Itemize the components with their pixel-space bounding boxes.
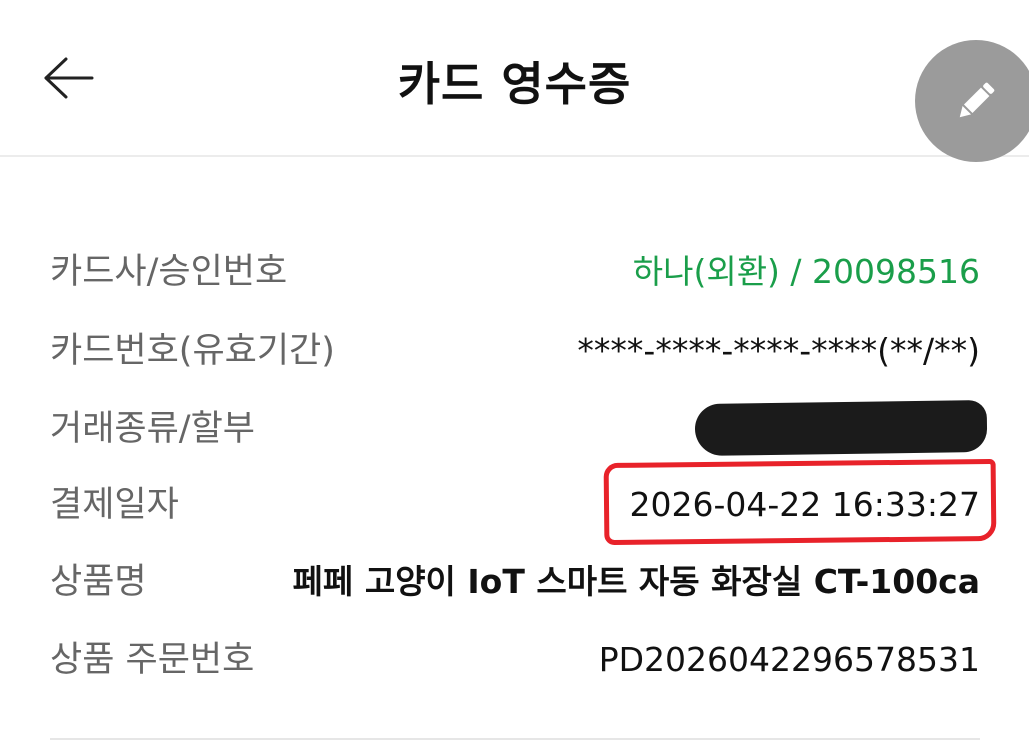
product-name-value: 페페 고양이 IoT 스마트 자동 화장실 CT-100ca (292, 562, 980, 601)
row-label: 카드번호(유효기간) (50, 331, 335, 371)
page-title: 카드 영수증 (397, 57, 632, 111)
card-approval-value: 하나(외환) / 20098516 (632, 252, 980, 291)
row-label: 상품명 (50, 562, 147, 602)
pencil-icon (959, 82, 995, 118)
app-header: 카드 영수증 (0, 0, 1029, 157)
redaction-mark (694, 399, 988, 457)
row-order-number: 상품 주문번호 PD2026042296578531 (50, 630, 980, 690)
row-card-number: 카드번호(유효기간) ****-****-****-****(**/**) (50, 321, 980, 381)
row-card-approval: 카드사/승인번호 하나(외환) / 20098516 (50, 242, 980, 302)
row-label: 거래종류/할부 (50, 409, 255, 449)
highlight-annotation (603, 458, 997, 546)
row-label: 카드사/승인번호 (50, 252, 288, 292)
order-number-value: PD2026042296578531 (598, 640, 980, 679)
card-number-value: ****-****-****-****(**/**) (577, 331, 980, 370)
row-label: 상품 주문번호 (50, 640, 255, 680)
edit-button[interactable] (915, 40, 1029, 162)
row-label: 결제일자 (50, 485, 179, 525)
divider (50, 738, 980, 740)
row-product-name: 상품명 페페 고양이 IoT 스마트 자동 화장실 CT-100ca (50, 552, 980, 612)
